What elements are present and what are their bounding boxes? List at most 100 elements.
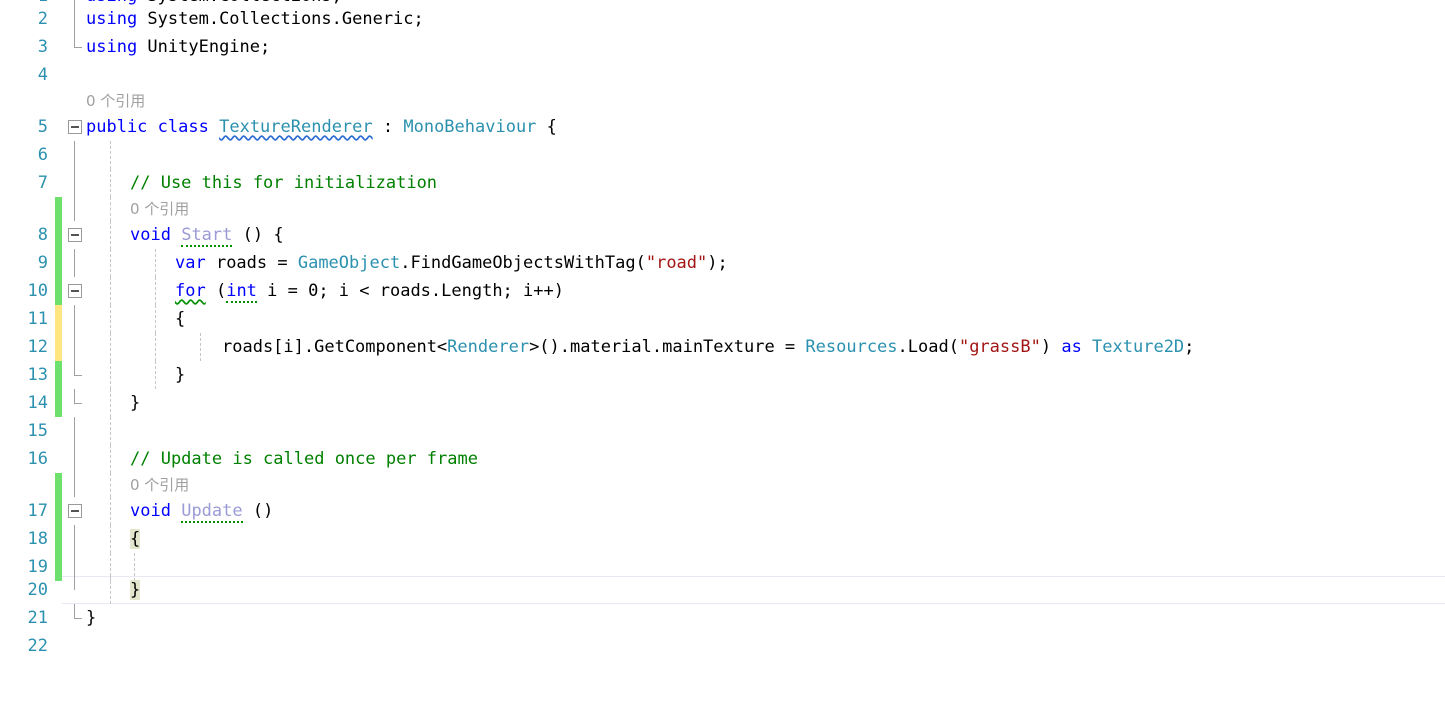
indent-guide: [110, 221, 111, 249]
structure-guide: [74, 604, 75, 618]
line-number-11: 11: [27, 309, 48, 329]
open-brace: {: [536, 117, 557, 137]
method-call-find: .FindGameObjectsWithTag(: [400, 253, 646, 273]
code-line-8-text: void Start () {: [130, 224, 284, 247]
semicolon: ;: [1184, 337, 1195, 357]
code-line-17-text: void Update (): [130, 500, 273, 523]
line-number-5: 5: [37, 117, 48, 137]
string-road: "road": [645, 253, 708, 273]
line-number-18: 18: [27, 529, 48, 549]
change-bar-unsaved: [55, 305, 62, 333]
structure-guide: [74, 249, 75, 277]
indent-guide: [110, 576, 111, 604]
structure-guide-foot: [74, 47, 82, 48]
code-line-10-text: for (int i = 0; i < roads.Length; i++): [175, 280, 564, 303]
code-line-15[interactable]: 15: [0, 417, 1445, 445]
codelens-references-update[interactable]: 0 个引用: [130, 474, 189, 495]
namespace-text: UnityEngine;: [137, 37, 271, 57]
line-number-17: 17: [27, 501, 48, 521]
paren-close: ): [1040, 337, 1062, 357]
indent-guide: [110, 169, 111, 197]
code-line-5[interactable]: 5 public class TextureRenderer : MonoBeh…: [0, 113, 1445, 141]
structure-guide: [74, 473, 75, 497]
structure-guide: [74, 141, 75, 169]
collapse-toggle-start[interactable]: [68, 228, 82, 242]
change-bar-saved: [55, 249, 62, 277]
code-line-22[interactable]: 22: [0, 632, 1445, 660]
keyword-using: using: [86, 9, 138, 29]
line-number-22: 22: [27, 636, 48, 656]
indent-guide: [200, 333, 201, 361]
code-line-16-text: // Update is called once per frame: [130, 448, 478, 470]
codelens-row-class[interactable]: 0 个引用: [0, 89, 1445, 113]
code-line-20[interactable]: 20 }: [0, 576, 1445, 604]
method-signature: () {: [232, 225, 284, 245]
code-line-12-text: roads[i].GetComponent<Renderer>().materi…: [222, 336, 1194, 358]
indent-guide: [110, 473, 111, 497]
codelens-references-start[interactable]: 0 个引用: [130, 198, 189, 219]
keyword-int: int: [226, 281, 257, 303]
keyword-class: class: [157, 117, 209, 137]
code-line-8[interactable]: 8 void Start () {: [0, 221, 1445, 249]
code-line-7-text: // Use this for initialization: [130, 172, 437, 194]
indent-guide: [110, 445, 111, 473]
indent-guide: [155, 361, 156, 389]
code-line-18[interactable]: 18 {: [0, 525, 1445, 553]
code-line-4[interactable]: 4: [0, 61, 1445, 89]
code-line-11[interactable]: 11 {: [0, 305, 1445, 333]
close-brace-start: }: [130, 393, 141, 413]
structure-guide-foot: [74, 618, 82, 619]
structure-guide: [74, 576, 75, 590]
structure-guide-foot: [74, 403, 82, 404]
close-brace-update-highlighted: }: [130, 580, 141, 600]
structure-guide-foot: [74, 375, 82, 376]
code-line-9[interactable]: 9 var roads = GameObject.FindGameObjects…: [0, 249, 1445, 277]
indent-guide: [110, 141, 111, 169]
expr-getcomponent: roads[i].GetComponent<: [222, 337, 448, 357]
indent-guide: [155, 333, 156, 361]
indent-guide: [110, 525, 111, 553]
line-number-21: 21: [27, 608, 48, 628]
collapse-toggle-class[interactable]: [68, 120, 82, 134]
string-grassb: "grassB": [958, 337, 1041, 357]
code-line-10[interactable]: 10 for (int i = 0; i < roads.Length; i++…: [0, 277, 1445, 305]
structure-guide: [74, 389, 75, 403]
collapse-toggle-update[interactable]: [68, 504, 82, 518]
keyword-void: void: [130, 225, 171, 245]
code-line-7[interactable]: 7 // Use this for initialization: [0, 169, 1445, 197]
code-line-3-text: using UnityEngine;: [86, 36, 270, 58]
code-line-16[interactable]: 16 // Update is called once per frame: [0, 445, 1445, 473]
line-number-16: 16: [27, 449, 48, 469]
code-line-21[interactable]: 21 }: [0, 604, 1445, 632]
code-line-14[interactable]: 14 }: [0, 389, 1445, 417]
structure-guide: [74, 333, 75, 361]
paren-open: (: [205, 281, 227, 301]
code-line-3[interactable]: 3 using UnityEngine;: [0, 33, 1445, 61]
collapse-toggle-for[interactable]: [68, 284, 82, 298]
code-line-13[interactable]: 13 }: [0, 361, 1445, 389]
change-bar-saved: [55, 277, 62, 305]
codelens-references-class[interactable]: 0 个引用: [86, 90, 145, 111]
codelens-row-update[interactable]: 0 个引用: [0, 473, 1445, 497]
line-number-12: 12: [27, 337, 48, 357]
code-line-6[interactable]: 6: [0, 141, 1445, 169]
comment-update: // Update is called once per frame: [130, 449, 478, 469]
open-brace-for: {: [175, 309, 186, 329]
code-line-17[interactable]: 17 void Update (): [0, 497, 1445, 525]
type-resources: Resources: [805, 337, 898, 357]
change-bar-saved: [55, 525, 62, 553]
code-line-2[interactable]: 2 using System.Collections.Generic;: [0, 5, 1445, 33]
keyword-void: void: [130, 501, 171, 521]
structure-guide: [74, 525, 75, 553]
method-call-load: .Load(: [897, 337, 959, 357]
structure-guide: [74, 445, 75, 473]
line-number-8: 8: [37, 225, 48, 245]
keyword-as: as: [1061, 337, 1082, 357]
code-editor-pane[interactable]: 1 using System.Collections; 2 using Syst…: [0, 0, 1445, 671]
code-line-12[interactable]: 12 roads[i].GetComponent<Renderer>().mat…: [0, 333, 1445, 361]
code-line-2-text: using System.Collections.Generic;: [86, 8, 424, 30]
line-number-9: 9: [37, 253, 48, 273]
codelens-row-start[interactable]: 0 个引用: [0, 197, 1445, 221]
line-number-7: 7: [37, 173, 48, 193]
variable-roads: roads =: [205, 253, 298, 273]
